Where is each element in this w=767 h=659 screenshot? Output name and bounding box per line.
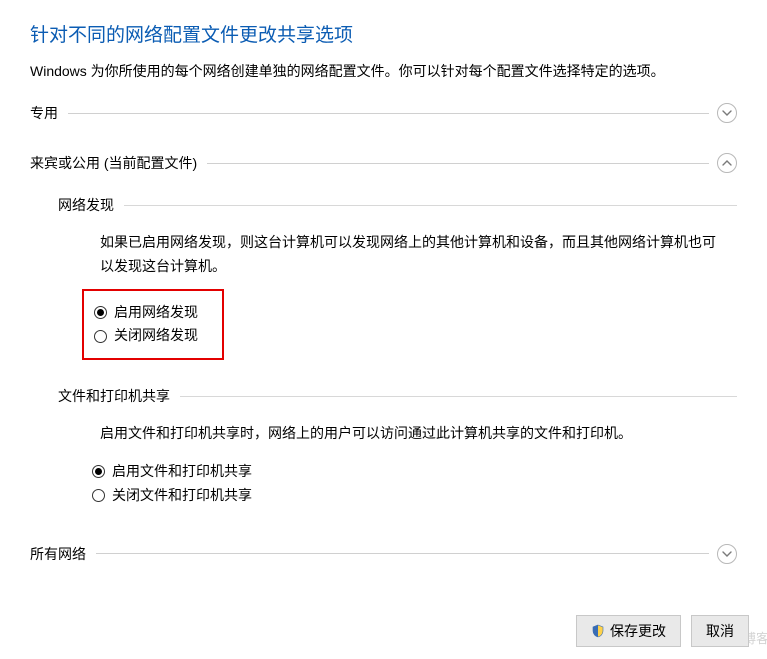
radio-disable-file-printer[interactable]: 关闭文件和打印机共享	[92, 484, 737, 508]
cancel-button[interactable]: 取消	[691, 615, 749, 647]
radio-icon	[92, 465, 105, 478]
cancel-button-label: 取消	[706, 621, 734, 641]
divider	[207, 163, 709, 164]
divider	[124, 205, 737, 206]
section-private-title: 专用	[30, 103, 58, 123]
radio-enable-network-discovery[interactable]: 启用网络发现	[94, 301, 198, 325]
page-subtitle: Windows 为你所使用的每个网络创建单独的网络配置文件。你可以针对每个配置文…	[30, 61, 737, 81]
radio-disable-network-discovery[interactable]: 关闭网络发现	[94, 324, 198, 348]
section-all-networks-header[interactable]: 所有网络	[30, 544, 737, 564]
file-printer-title: 文件和打印机共享	[58, 386, 170, 406]
file-printer-radio-group: 启用文件和打印机共享 关闭文件和打印机共享	[58, 460, 737, 508]
section-guest-title: 来宾或公用 (当前配置文件)	[30, 153, 197, 173]
save-button[interactable]: 保存更改	[576, 615, 681, 647]
radio-icon	[94, 330, 107, 343]
chevron-down-icon[interactable]	[717, 544, 737, 564]
subsection-network-discovery: 网络发现 如果已启用网络发现，则这台计算机可以发现网络上的其他计算机和设备，而且…	[58, 195, 737, 360]
chevron-up-icon[interactable]	[717, 153, 737, 173]
chevron-down-icon[interactable]	[717, 103, 737, 123]
radio-label: 启用文件和打印机共享	[112, 460, 252, 484]
network-discovery-title: 网络发现	[58, 195, 114, 215]
radio-label: 关闭文件和打印机共享	[112, 484, 252, 508]
shield-icon	[591, 624, 605, 638]
page-title: 针对不同的网络配置文件更改共享选项	[30, 20, 737, 47]
network-discovery-radio-group: 启用网络发现 关闭网络发现	[82, 289, 224, 361]
divider	[68, 113, 709, 114]
section-private-header[interactable]: 专用	[30, 103, 737, 123]
file-printer-description: 启用文件和打印机共享时，网络上的用户可以访问通过此计算机共享的文件和打印机。	[58, 422, 737, 446]
subsection-file-printer-sharing: 文件和打印机共享 启用文件和打印机共享时，网络上的用户可以访问通过此计算机共享的…	[58, 386, 737, 507]
radio-icon	[92, 489, 105, 502]
radio-icon	[94, 306, 107, 319]
radio-label: 关闭网络发现	[114, 324, 198, 348]
section-all-networks-title: 所有网络	[30, 544, 86, 564]
section-guest-header[interactable]: 来宾或公用 (当前配置文件)	[30, 153, 737, 173]
divider	[96, 553, 709, 554]
radio-label: 启用网络发现	[114, 301, 198, 325]
section-guest-body: 网络发现 如果已启用网络发现，则这台计算机可以发现网络上的其他计算机和设备，而且…	[30, 181, 737, 544]
footer-buttons: 保存更改 取消	[576, 615, 749, 647]
save-button-label: 保存更改	[610, 621, 666, 641]
network-discovery-description: 如果已启用网络发现，则这台计算机可以发现网络上的其他计算机和设备，而且其他网络计…	[58, 231, 737, 279]
divider	[180, 396, 737, 397]
radio-enable-file-printer[interactable]: 启用文件和打印机共享	[92, 460, 737, 484]
